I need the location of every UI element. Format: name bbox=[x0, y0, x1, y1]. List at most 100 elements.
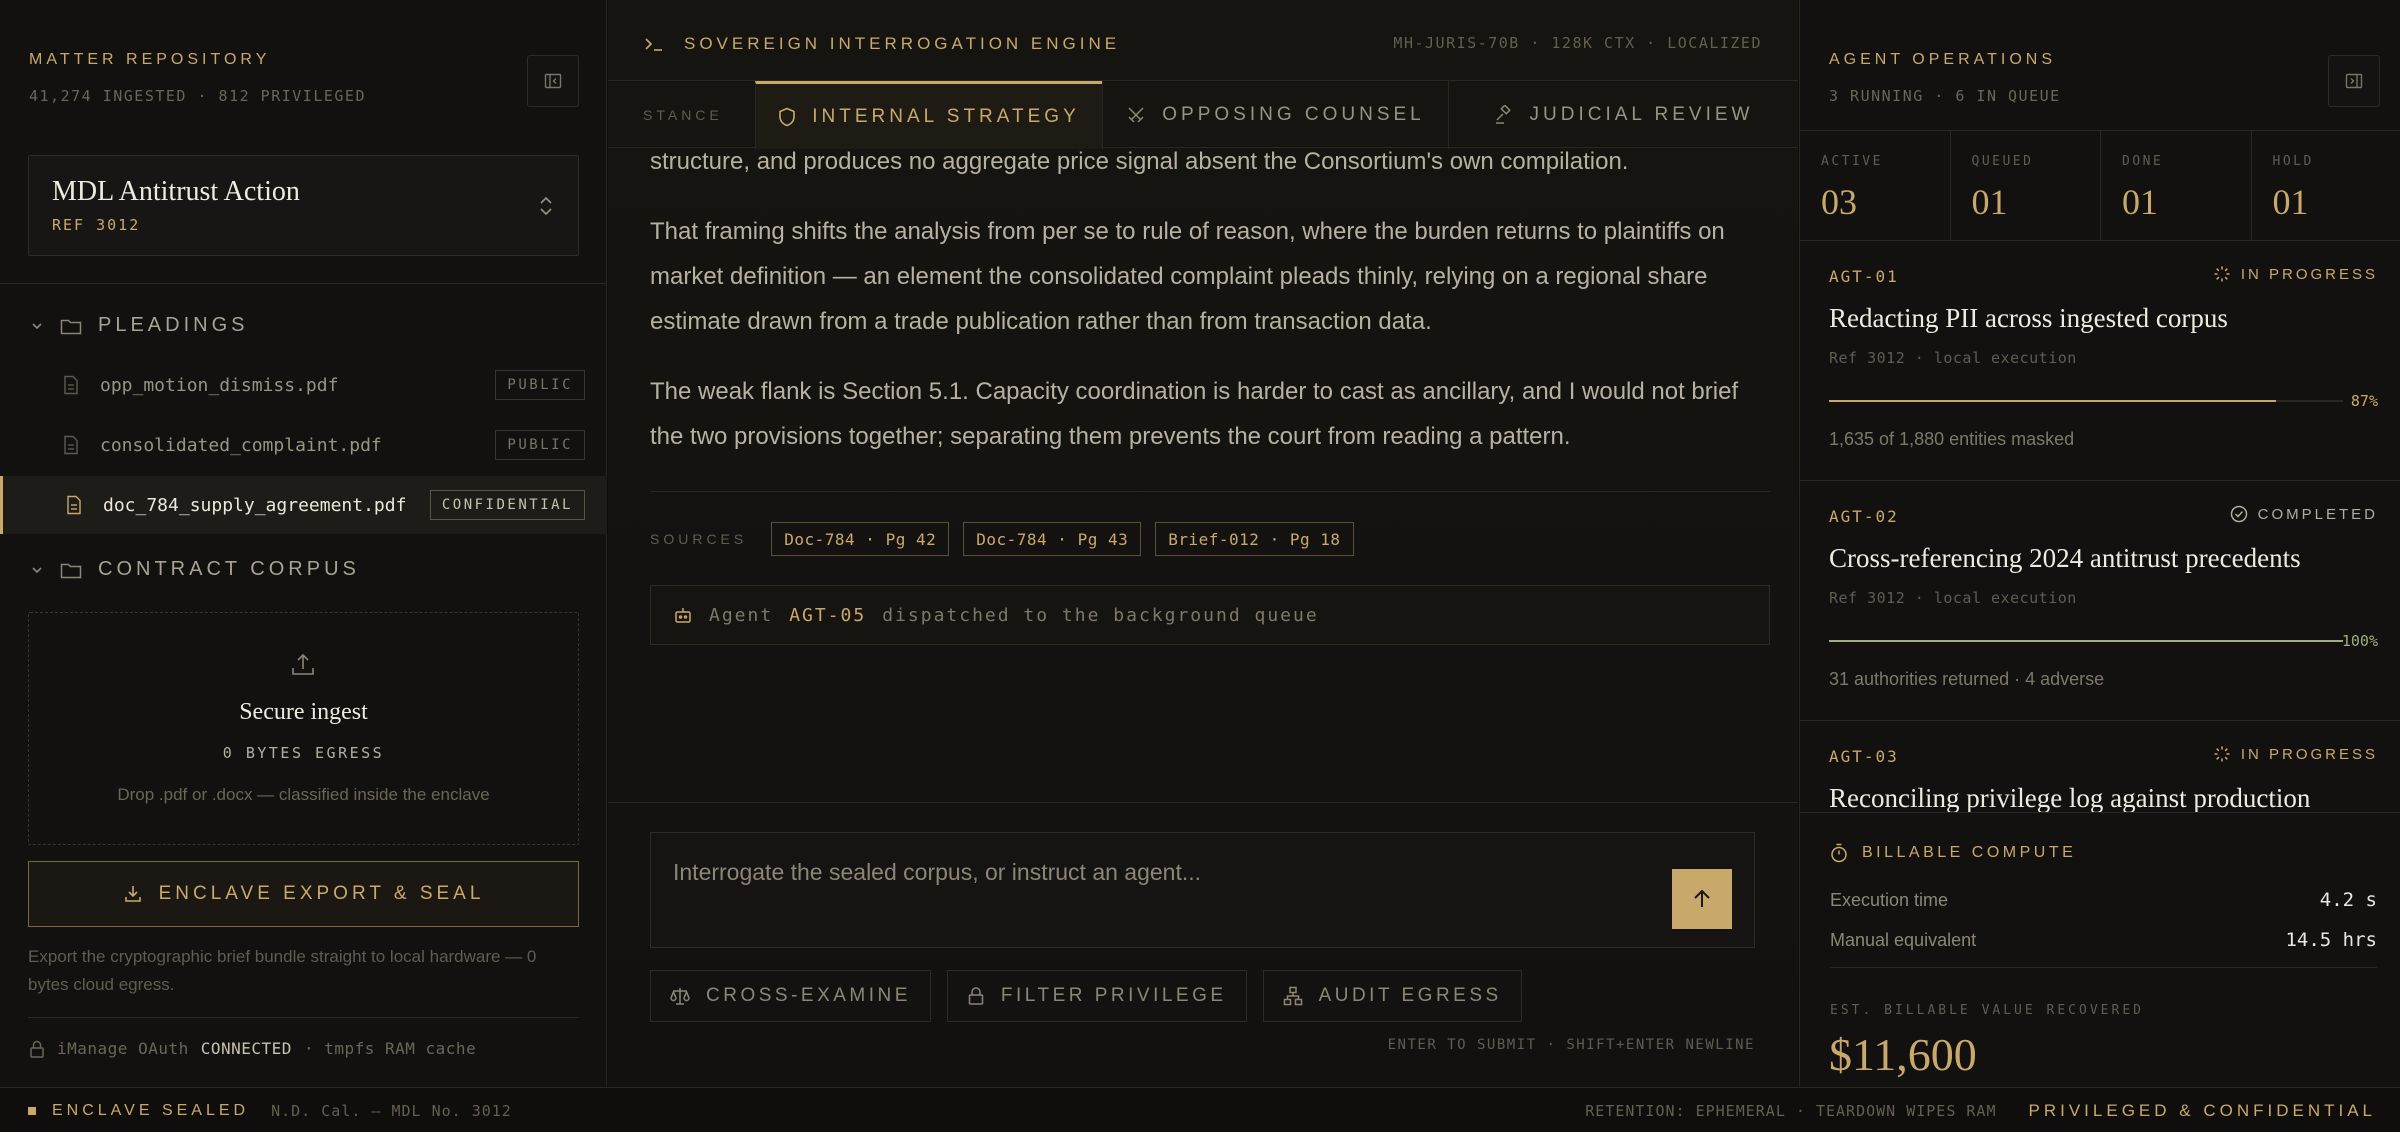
cross-examine-button[interactable]: CROSS-EXAMINE bbox=[650, 970, 931, 1022]
billable-value-label: EST. BILLABLE VALUE RECOVERED bbox=[1830, 1003, 2144, 1018]
check-circle-icon bbox=[2230, 505, 2247, 523]
response-paragraph: structure, and produces no aggregate pri… bbox=[650, 148, 1629, 175]
source-citation-chip[interactable]: Doc-784 · Pg 43 bbox=[963, 522, 1142, 556]
progress-percent: 100% bbox=[2341, 632, 2378, 650]
filter-privilege-button[interactable]: FILTER PRIVILEGE bbox=[946, 970, 1247, 1022]
tab-label: INTERNAL STRATEGY bbox=[812, 105, 1080, 127]
folder-icon bbox=[60, 563, 82, 578]
collapse-agents-button[interactable] bbox=[2328, 55, 2380, 107]
chevron-down-icon bbox=[32, 566, 42, 573]
billing-row: Manual equivalent 14.5 hrs bbox=[1830, 929, 2377, 951]
connection-status: iManage OAuth CONNECTED · tmpfs RAM cach… bbox=[29, 1039, 476, 1058]
dispatch-suffix: dispatched to the background queue bbox=[882, 604, 1319, 626]
file-name: consolidated_complaint.pdf bbox=[100, 434, 382, 456]
tab-internal-strategy[interactable]: INTERNAL STRATEGY bbox=[755, 81, 1102, 149]
agent-dispatch-notice: Agent AGT-05 dispatched to the backgroun… bbox=[650, 585, 1770, 645]
action-label: CROSS-EXAMINE bbox=[706, 985, 911, 1006]
arrow-up-icon bbox=[1694, 889, 1710, 907]
file-item[interactable]: opp_motion_dismiss.pdf PUBLIC bbox=[0, 356, 607, 414]
agent-status: COMPLETED bbox=[2230, 505, 2378, 523]
panel-right-collapse-icon bbox=[2345, 73, 2363, 89]
source-citation-chip[interactable]: Doc-784 · Pg 42 bbox=[771, 522, 950, 556]
file-item[interactable]: consolidated_complaint.pdf PUBLIC bbox=[0, 416, 607, 474]
folder-label: CONTRACT CORPUS bbox=[98, 558, 360, 580]
status-bar: ENCLAVE SEALED N.D. Cal. — MDL No. 3012 … bbox=[0, 1087, 2400, 1132]
billing-row-value: 4.2 s bbox=[2319, 889, 2377, 911]
stat-label: HOLD bbox=[2272, 154, 2314, 169]
stat-active: ACTIVE 03 bbox=[1800, 131, 1951, 240]
stat-hold: HOLD 01 bbox=[2252, 131, 2400, 240]
stat-value: 03 bbox=[1821, 182, 1857, 222]
agent-stats: ACTIVE 03 QUEUED 01 DONE 01 HOLD 01 bbox=[1800, 130, 2400, 241]
agent-title: Redacting PII across ingested corpus bbox=[1829, 303, 2228, 333]
stat-queued: QUEUED 01 bbox=[1951, 131, 2101, 240]
connection-prefix: iManage OAuth bbox=[57, 1039, 189, 1058]
status-indicator bbox=[28, 1106, 36, 1115]
divider bbox=[608, 802, 1798, 803]
scales-icon bbox=[670, 988, 690, 1005]
secure-ingest-dropzone[interactable]: Secure ingest 0 BYTES EGRESS Drop .pdf o… bbox=[28, 612, 579, 845]
divider bbox=[28, 1017, 579, 1018]
stat-label: QUEUED bbox=[1971, 154, 2034, 169]
prompt-composer[interactable]: Interrogate the sealed corpus, or instru… bbox=[650, 832, 1755, 948]
agent-status: IN PROGRESS bbox=[2213, 745, 2378, 763]
file-item-active[interactable]: doc_784_supply_agreement.pdf CONFIDENTIA… bbox=[0, 476, 607, 534]
response-paragraph: That framing shifts the analysis from pe… bbox=[650, 218, 1725, 335]
classification-badge: PUBLIC bbox=[495, 430, 585, 460]
action-label: AUDIT EGRESS bbox=[1318, 985, 1502, 1006]
tab-label: OPPOSING COUNSEL bbox=[1162, 104, 1425, 125]
ingest-title: Secure ingest bbox=[239, 699, 368, 725]
enclave-status: ENCLAVE SEALED bbox=[52, 1101, 250, 1119]
document-icon bbox=[64, 375, 78, 395]
billing-row: Execution time 4.2 s bbox=[1830, 889, 2377, 911]
export-note: Export the cryptographic brief bundle st… bbox=[28, 947, 537, 994]
progress-track bbox=[1829, 400, 2343, 402]
agent-card[interactable]: AGT-02 COMPLETED Cross-referencing 2024 … bbox=[1800, 481, 2400, 721]
agent-status-label: IN PROGRESS bbox=[2240, 265, 2378, 283]
agent-status: IN PROGRESS bbox=[2213, 265, 2378, 283]
progress-percent: 87% bbox=[2350, 392, 2378, 410]
dispatch-prefix: Agent bbox=[709, 604, 774, 626]
collapse-sidebar-button[interactable] bbox=[527, 55, 579, 107]
classification-badge: PUBLIC bbox=[495, 370, 585, 400]
folder-contract-corpus[interactable]: CONTRACT CORPUS bbox=[30, 558, 360, 581]
retention-policy: RETENTION: EPHEMERAL · TEARDOWN WIPES RA… bbox=[1585, 1101, 1997, 1120]
folder-pleadings[interactable]: PLEADINGS bbox=[30, 314, 248, 337]
panel-subtitle: 41,274 INGESTED · 812 PRIVILEGED bbox=[29, 87, 366, 105]
sources-row: SOURCES Doc-784 · Pg 42 Doc-784 · Pg 43 … bbox=[650, 522, 1770, 556]
response-paragraph: The weak flank is Section 5.1. Capacity … bbox=[650, 378, 1739, 450]
robot-icon bbox=[675, 608, 691, 623]
tab-judicial-review[interactable]: JUDICIAL REVIEW bbox=[1448, 81, 1798, 149]
dispatch-agent-id: AGT-05 bbox=[789, 604, 867, 626]
tab-opposing-counsel[interactable]: OPPOSING COUNSEL bbox=[1102, 81, 1448, 149]
agent-title: Reconciling privilege log against produc… bbox=[1829, 783, 2311, 812]
agent-detail: 31 authorities returned · 4 adverse bbox=[1829, 669, 2105, 689]
status-right: RETENTION: EPHEMERAL · TEARDOWN WIPES RA… bbox=[1585, 1088, 2376, 1132]
divider bbox=[0, 283, 607, 284]
upload-icon bbox=[292, 653, 314, 675]
enclave-export-button[interactable]: ENCLAVE EXPORT & SEAL bbox=[28, 861, 579, 927]
source-citation-chip[interactable]: Brief-012 · Pg 18 bbox=[1155, 522, 1354, 556]
quick-actions: CROSS-EXAMINE FILTER PRIVILEGE AUDIT EGR… bbox=[650, 970, 1522, 1022]
progress-track bbox=[1829, 640, 2343, 642]
send-button[interactable] bbox=[1672, 869, 1732, 929]
spinner-icon bbox=[2214, 266, 2230, 282]
agent-ref: Ref 3012 · local execution bbox=[1829, 349, 2077, 367]
panel-title: MATTER REPOSITORY bbox=[29, 51, 271, 68]
progress-fill bbox=[1829, 400, 2277, 402]
agent-id: AGT-01 bbox=[1829, 267, 1899, 286]
document-icon bbox=[64, 435, 78, 455]
matter-selector[interactable]: MDL Antitrust Action REF 3012 bbox=[28, 155, 579, 256]
billing-title: BILLABLE COMPUTE bbox=[1862, 844, 2077, 861]
agent-id: AGT-02 bbox=[1829, 507, 1899, 526]
interrogation-engine-panel: SOVEREIGN INTERROGATION ENGINE MH-JURIS-… bbox=[608, 0, 1798, 1087]
divider bbox=[1830, 967, 2377, 968]
agent-card[interactable]: AGT-03 IN PROGRESS Reconciling privilege… bbox=[1800, 721, 2400, 813]
privilege-label: PRIVILEGED & CONFIDENTIAL bbox=[2028, 1100, 2376, 1120]
stat-value: 01 bbox=[2272, 182, 2309, 222]
engine-header: SOVEREIGN INTERROGATION ENGINE bbox=[644, 34, 1120, 54]
stat-value: 01 bbox=[2122, 182, 2158, 222]
audit-egress-button[interactable]: AUDIT EGRESS bbox=[1262, 970, 1522, 1022]
crossed-swords-icon bbox=[1128, 107, 1144, 123]
agent-card[interactable]: AGT-01 IN PROGRESS Redacting PII across … bbox=[1800, 241, 2400, 481]
